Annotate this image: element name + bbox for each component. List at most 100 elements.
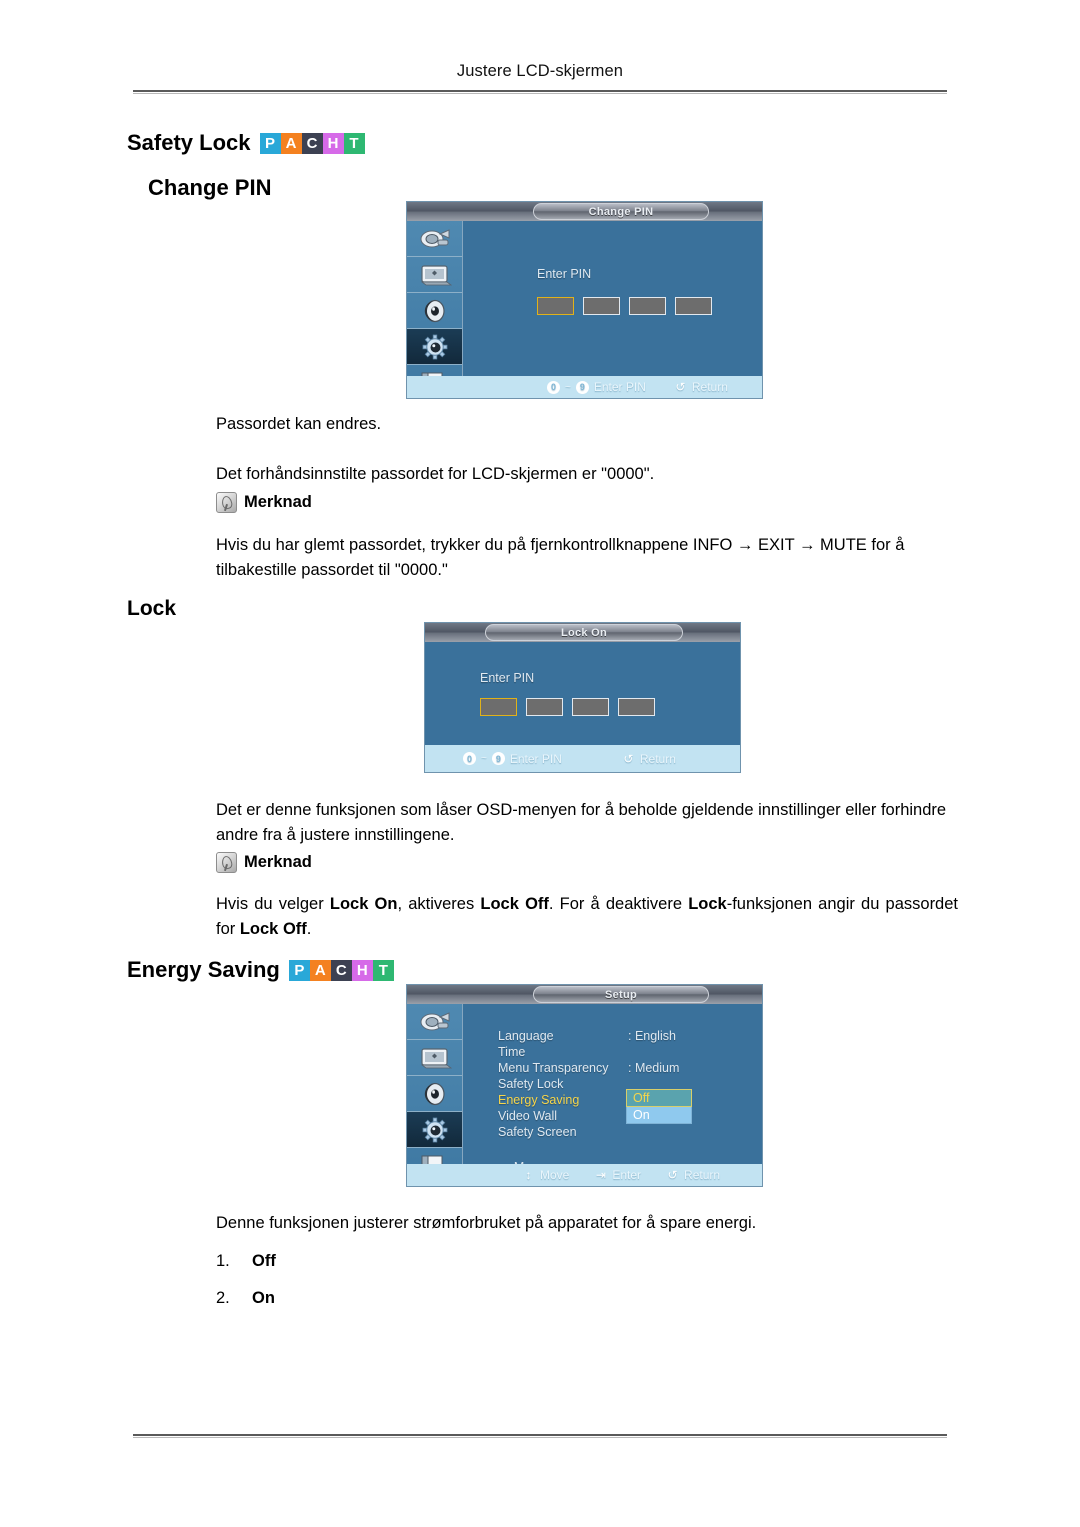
footer-rule <box>133 1434 947 1438</box>
pacht-letter-t: T <box>372 959 394 981</box>
heading-lock: Lock <box>127 597 177 620</box>
sidebar-item-sound[interactable] <box>407 1076 462 1112</box>
list-item-label: On <box>252 1289 275 1307</box>
key-9-icon: 9 <box>575 380 589 394</box>
pacht-letter-a: A <box>280 132 302 154</box>
dropdown-option-on[interactable]: On <box>626 1107 692 1124</box>
para-lock-1: Det er denne funksjonen som låser OSD-me… <box>216 801 947 844</box>
setup-gear-icon <box>422 334 447 359</box>
pin-box-2[interactable] <box>526 698 563 716</box>
key-9-icon: 9 <box>491 752 505 765</box>
heading-change-pin-text: Change PIN <box>148 175 272 200</box>
pin-box-1[interactable] <box>480 698 517 716</box>
sidebar-item-sound[interactable] <box>407 293 462 329</box>
picture-icon <box>420 1047 452 1068</box>
para-safety-lock-1: Passordet kan endres. <box>216 415 382 433</box>
hint-return-label: Return <box>684 1168 721 1182</box>
heading-energy-saving-text: Energy Saving <box>127 957 280 982</box>
hint-return-label: Return <box>639 751 676 766</box>
return-arrow-icon: ↺ <box>667 1168 678 1182</box>
menu-row-label: Video Wall <box>498 1109 558 1123</box>
hint-enter-label: Enter <box>612 1168 642 1182</box>
menu-row[interactable]: Menu Transparency : Medium <box>498 1060 679 1076</box>
pin-box-3[interactable] <box>629 297 666 315</box>
osd-setup[interactable]: Setup Language: English Time Menu Trans… <box>406 984 763 1187</box>
hint-return: ↺ Return <box>666 1168 721 1182</box>
energy-saving-dropdown[interactable]: Off On <box>626 1089 692 1124</box>
sidebar-item-setup[interactable] <box>407 1112 462 1148</box>
hint-enter: ⇥ Enter <box>594 1168 641 1182</box>
note-icon <box>216 852 237 873</box>
header-rule <box>133 90 947 94</box>
sidebar-item-input-source[interactable] <box>407 221 462 257</box>
body-text: Hvis du velger <box>216 895 330 913</box>
pacht-letter-t: T <box>343 132 365 154</box>
sidebar-item-picture[interactable] <box>407 1040 462 1076</box>
list-item: 1. Off <box>216 1252 276 1271</box>
emphasis-text: Lock On <box>329 895 398 913</box>
pin-box-4[interactable] <box>618 698 655 716</box>
sidebar-item-input-source[interactable] <box>407 1004 462 1040</box>
pacht-letter-h: H <box>351 959 373 981</box>
dropdown-option-off[interactable]: Off <box>626 1089 692 1107</box>
hint-enter-pin-label: Enter PIN <box>509 751 562 766</box>
hint-move-label: Move <box>540 1168 570 1182</box>
pin-box-1[interactable] <box>537 297 574 315</box>
osd-lock-on[interactable]: Lock On Enter PIN 0 ~ 9 Enter PIN ↺ Retu… <box>424 622 741 773</box>
menu-row-label: Language <box>498 1029 554 1043</box>
list-item-number: 1. <box>216 1252 230 1270</box>
hint-enter-pin: 0 ~ 9 Enter PIN <box>547 380 646 394</box>
enter-pin-label: Enter PIN <box>537 267 592 281</box>
osd-body: Language : English Time Menu Transparency : … <box>463 1004 762 1186</box>
pin-box-2[interactable] <box>583 297 620 315</box>
enter-key-icon: ⇥ <box>595 1168 606 1182</box>
note-merknad-2: Merknad <box>216 852 312 873</box>
osd-title: Lock On <box>485 624 683 641</box>
hint-return: ↺ Return <box>622 752 676 766</box>
emphasis-text: Lock Off <box>480 895 549 913</box>
osd-title: Setup <box>533 986 709 1003</box>
key-0-icon: 0 <box>547 380 560 394</box>
osd-change-pin[interactable]: Change PIN Enter PIN 0 ~ 9 Enter PIN ↺ R… <box>406 201 763 399</box>
return-arrow-icon: ↺ <box>623 751 634 766</box>
pacht-letter-p: P <box>259 132 281 154</box>
heading-energy-saving: Energy Saving PACHT <box>127 957 394 983</box>
para-safety-lock-note-body: Hvis du har glemt passordet, trykker du … <box>216 536 905 579</box>
pin-box-4[interactable] <box>675 297 712 315</box>
body-text: . For å deaktivere <box>548 895 689 913</box>
pin-entry-row[interactable] <box>480 698 655 716</box>
pacht-badge: PACHT <box>288 959 394 981</box>
menu-row-label: Menu Transparency <box>498 1061 609 1075</box>
osd-sidebar[interactable] <box>407 1004 463 1186</box>
energy-saving-option-list: 1. Off 2. On <box>216 1252 276 1326</box>
para-energy-saving-1: Denne funksjonen justerer strømforbruket… <box>216 1214 757 1232</box>
body-text: , aktiveres <box>397 895 481 913</box>
input-source-icon <box>420 1011 449 1030</box>
pacht-badge: PACHT <box>259 132 365 154</box>
pacht-letter-c: C <box>301 132 323 154</box>
para-lock-note-body: Hvis du velger Lock On, aktiveres Lock O… <box>216 892 958 942</box>
menu-row-value: : English <box>628 1029 676 1043</box>
pacht-letter-c: C <box>330 959 352 981</box>
osd-sidebar[interactable] <box>407 221 463 398</box>
menu-row-label: Energy Saving <box>498 1093 580 1107</box>
pin-box-3[interactable] <box>572 698 609 716</box>
sidebar-item-picture[interactable] <box>407 257 462 293</box>
menu-row[interactable]: Time <box>498 1044 679 1060</box>
sound-speaker-icon <box>424 1082 445 1105</box>
osd-body: Enter PIN <box>463 221 762 398</box>
pin-entry-row[interactable] <box>537 297 712 315</box>
hint-move: ↕ Move <box>522 1168 570 1182</box>
note-icon <box>216 492 237 513</box>
menu-row[interactable]: Language : English <box>498 1028 679 1044</box>
hint-enter-pin: 0 ~ 9 Enter PIN <box>463 752 562 766</box>
menu-row[interactable]: Safety Screen <box>498 1124 679 1140</box>
sidebar-item-setup[interactable] <box>407 329 462 365</box>
pacht-letter-p: P <box>288 959 310 981</box>
para-safety-lock-2: Det forhåndsinnstilte passordet for LCD-… <box>216 465 655 483</box>
menu-row-value: : Medium <box>628 1061 680 1075</box>
hint-return-label: Return <box>691 380 728 394</box>
menu-row-label: Time <box>498 1045 526 1059</box>
pacht-letter-h: H <box>322 132 344 154</box>
list-item: 2. On <box>216 1289 276 1308</box>
